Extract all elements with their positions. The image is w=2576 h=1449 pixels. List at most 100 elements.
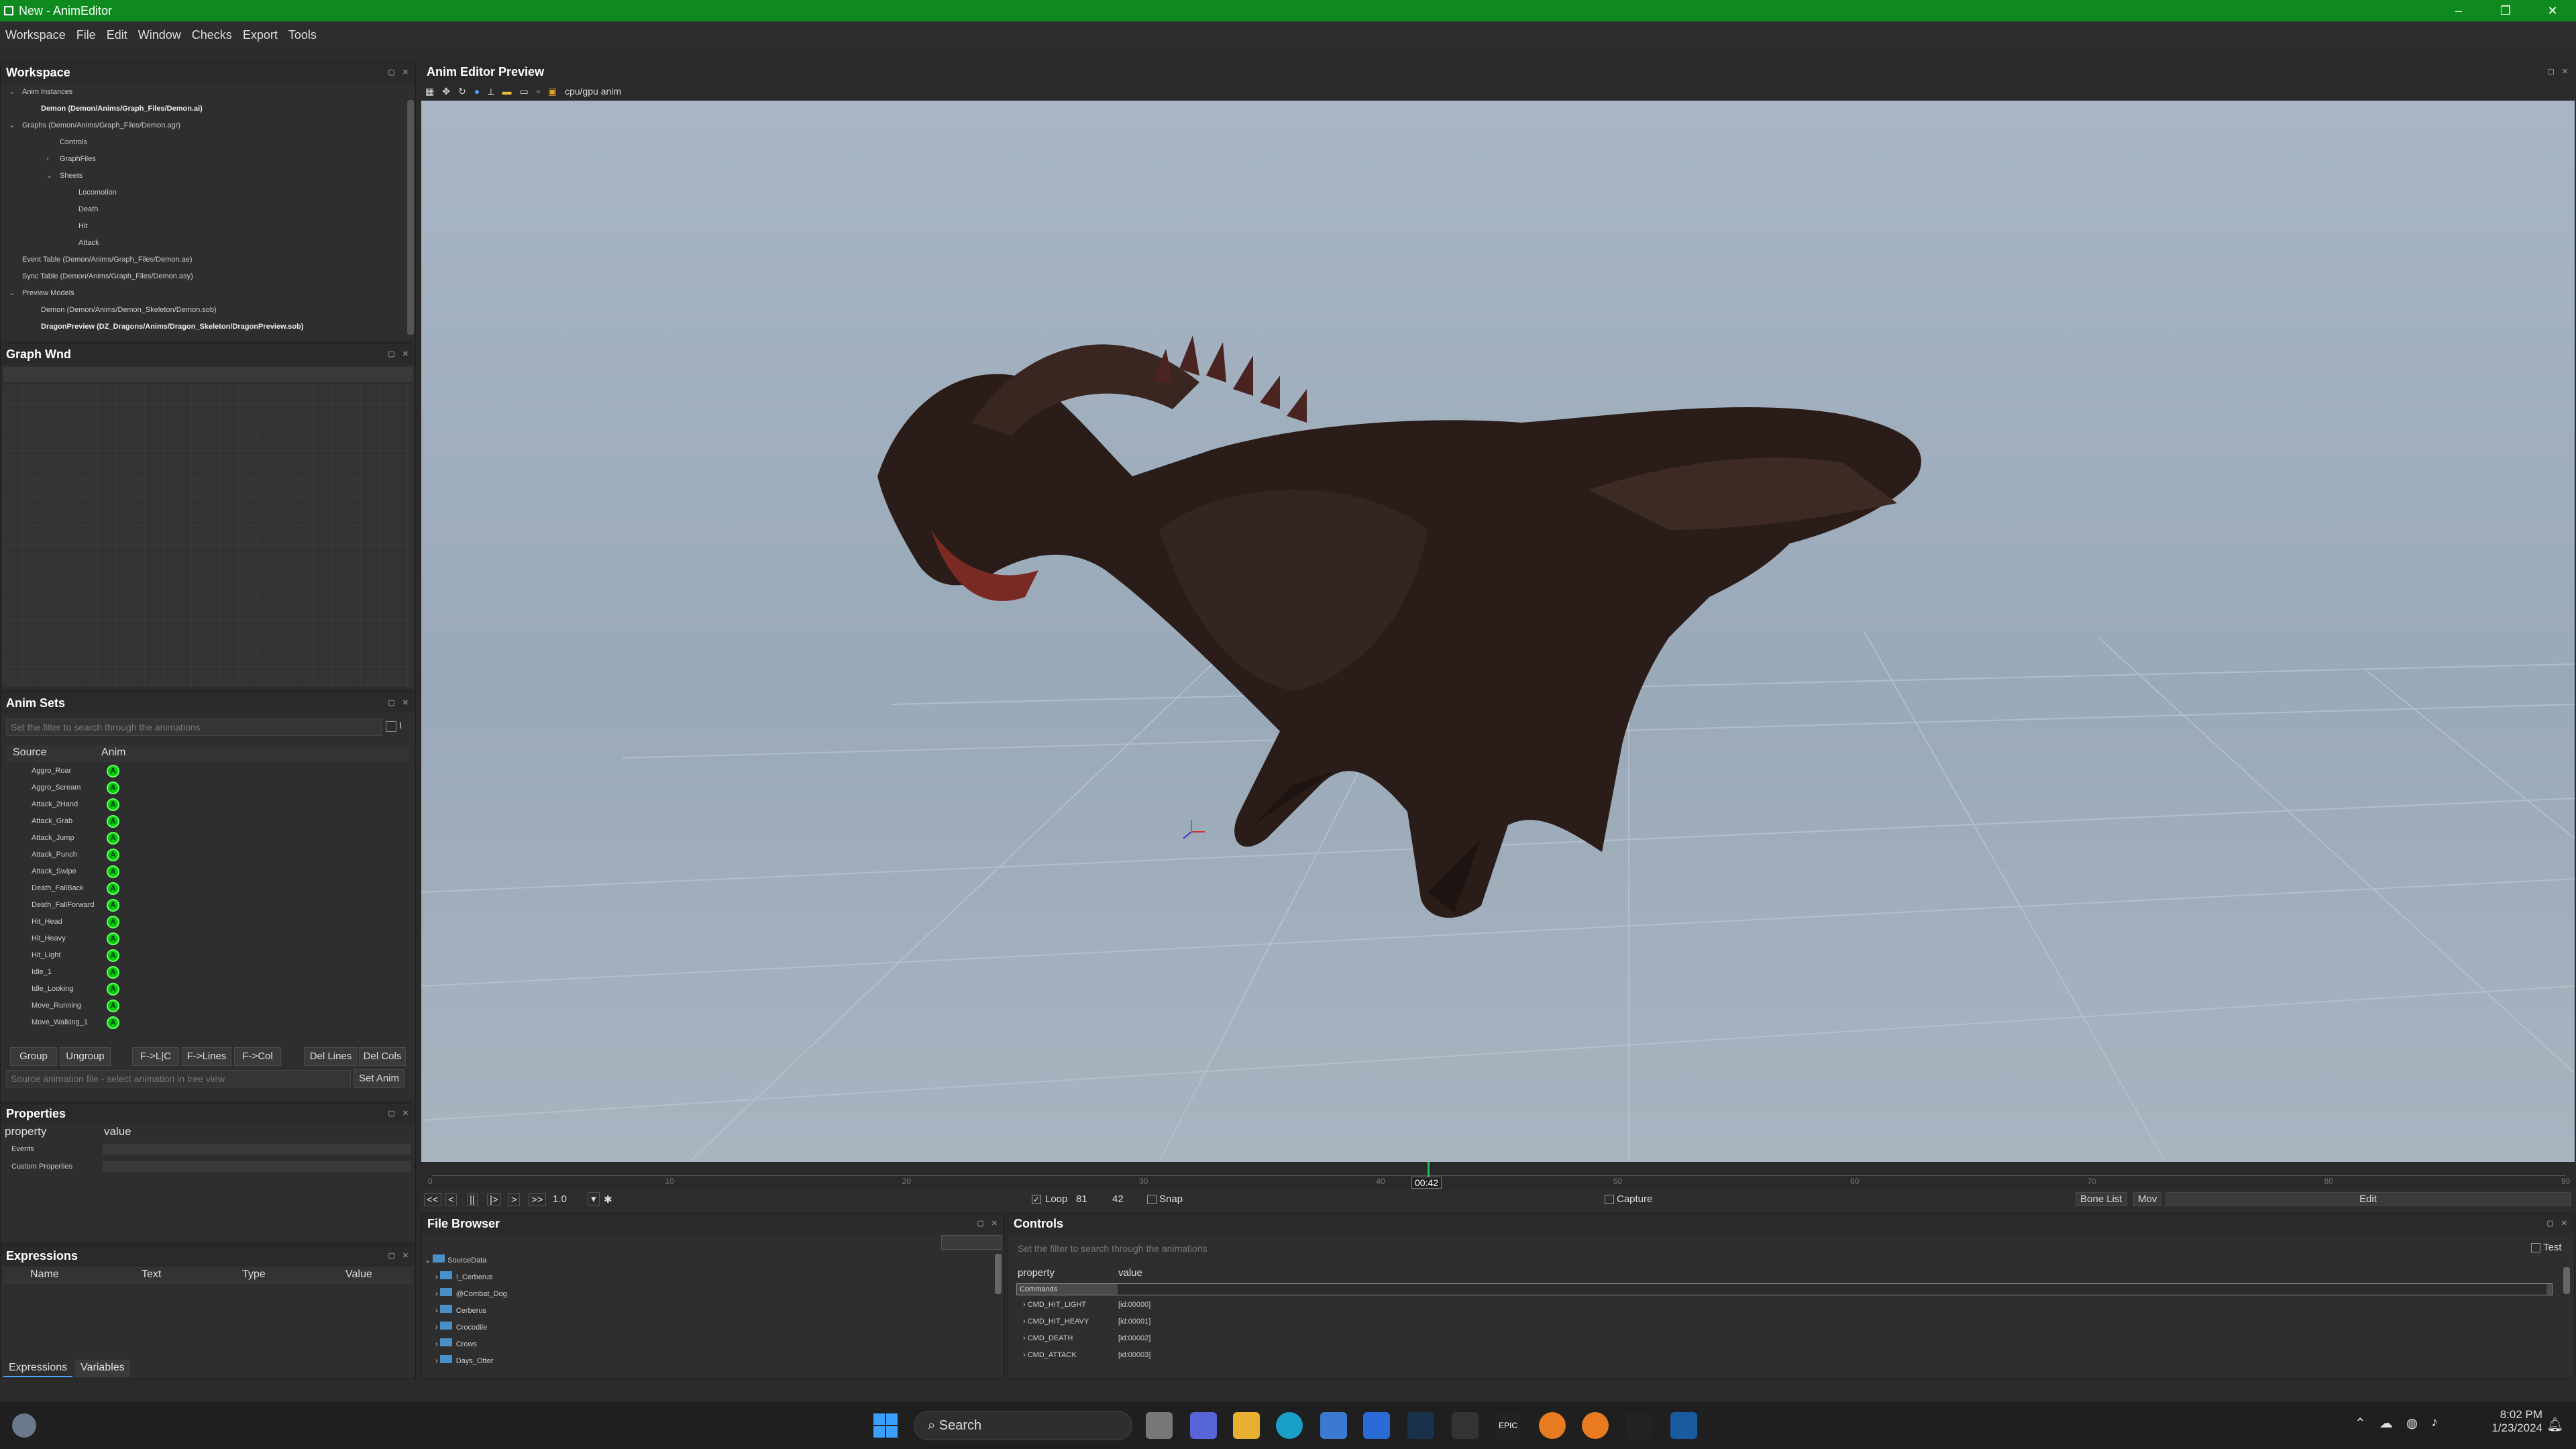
tab-expressions[interactable]: Expressions	[3, 1360, 73, 1377]
workspace-tree-item[interactable]: Attack	[1, 235, 415, 252]
anim-row[interactable]: Attack_Punch A	[6, 847, 409, 863]
file-tree-item[interactable]: › @Combat_Dog	[425, 1286, 981, 1303]
anim-assigned-icon[interactable]: A	[107, 832, 119, 845]
workspace-tree-item[interactable]: Event Table (Demon/Anims/Graph_Files/Dem…	[1, 252, 415, 268]
anim-row[interactable]: Idle_1 A	[6, 964, 409, 981]
anim-row[interactable]: Hit_Heavy A	[6, 930, 409, 947]
snap-checkbox[interactable]	[1147, 1195, 1157, 1204]
photos-icon[interactable]	[1320, 1412, 1347, 1439]
chevron-down-icon[interactable]: ⌄	[9, 84, 15, 101]
file-explorer-icon[interactable]	[1233, 1412, 1260, 1439]
control-value[interactable]: [id:00003]	[1118, 1347, 1150, 1364]
store-icon[interactable]	[1363, 1412, 1390, 1439]
col-anim[interactable]: Anim	[101, 747, 125, 759]
anim-assigned-icon[interactable]: A	[107, 765, 119, 777]
pause-button[interactable]: ||	[467, 1193, 478, 1206]
chevron-right-icon[interactable]: ›	[435, 1307, 440, 1315]
steam-icon[interactable]	[1407, 1412, 1434, 1439]
pin-icon[interactable]: ✱	[604, 1193, 612, 1205]
workspace-tree-item[interactable]: ⌄ Preview Models	[1, 285, 415, 302]
chevron-right-icon[interactable]: ›	[435, 1273, 440, 1281]
workspace-tree-item[interactable]: ⌄ Sheets	[1, 168, 415, 184]
panel-buttons-icon[interactable]: ▢ ✕	[388, 1246, 411, 1266]
chevron-right-icon[interactable]: ›	[435, 1340, 440, 1348]
chevron-down-icon[interactable]: ⌄	[46, 168, 52, 184]
palette-icon[interactable]: ▣	[548, 86, 557, 97]
col-source[interactable]: Source	[13, 747, 47, 759]
anim-row[interactable]: Attack_Swipe A	[6, 863, 409, 880]
capture-checkbox[interactable]	[1605, 1195, 1614, 1204]
onedrive-icon[interactable]: ☁	[2379, 1415, 2393, 1432]
chevron-up-icon[interactable]: ⌃	[2355, 1415, 2366, 1432]
speed-dropdown-icon[interactable]: ▾	[588, 1192, 600, 1205]
start-icon[interactable]	[873, 1413, 898, 1438]
anim-row[interactable]: Attack_Jump A	[6, 830, 409, 847]
anim-assigned-icon[interactable]: A	[107, 983, 119, 996]
edit-button[interactable]: Edit	[2165, 1192, 2571, 1206]
loop-checkbox[interactable]: ✓	[1032, 1195, 1041, 1204]
col-value-expr[interactable]: Value	[345, 1269, 372, 1281]
f-lines-button[interactable]: F->Lines	[182, 1047, 231, 1066]
anim-row[interactable]: Hit_Light A	[6, 947, 409, 964]
panel-buttons-icon[interactable]: ▢ ✕	[388, 693, 411, 713]
workspace-tree-item[interactable]: Locomotion	[1, 184, 415, 201]
anim-assigned-icon[interactable]: A	[107, 949, 119, 962]
file-tree[interactable]: ⌄ SourceData › !_Cerberus › @Combat_Dog › C…	[425, 1252, 981, 1370]
panel-buttons-icon[interactable]: ▢ ✕	[2547, 62, 2571, 82]
graph-canvas[interactable]	[3, 384, 413, 686]
workspace-tree-item[interactable]: Death	[1, 201, 415, 218]
system-tray[interactable]: ⌃ ☁ ◍ ♪	[2355, 1415, 2438, 1432]
play-button[interactable]: |>	[487, 1193, 501, 1206]
workspace-tree-item[interactable]: Demon (Demon/Anims/Graph_Files/Demon.ai)	[1, 101, 415, 117]
loop-value[interactable]: 81	[1076, 1193, 1087, 1205]
rotate-icon[interactable]: ↻	[458, 86, 466, 97]
maximize-button[interactable]: ❐	[2482, 0, 2529, 21]
anim-assigned-icon[interactable]: A	[107, 815, 119, 828]
anim-row[interactable]: Hit_Head A	[6, 914, 409, 930]
menu-export[interactable]: Export	[237, 28, 283, 42]
menu-window[interactable]: Window	[133, 28, 186, 42]
commands-group-row[interactable]: Commands	[1016, 1283, 2553, 1295]
menu-workspace[interactable]: Workspace	[0, 28, 71, 42]
anim-row[interactable]: Attack_2Hand A	[6, 796, 409, 813]
menu-file[interactable]: File	[71, 28, 101, 42]
timeline[interactable]: 0 10 20 30 40 50 60 70 80 90 00:42	[421, 1162, 2575, 1189]
chevron-right-icon[interactable]: ›	[435, 1357, 440, 1365]
menu-checks[interactable]: Checks	[186, 28, 237, 42]
minimize-button[interactable]: –	[2435, 0, 2482, 21]
workspace-tree-item[interactable]: Hit	[1, 218, 415, 235]
grid-icon[interactable]: ▦	[425, 86, 434, 97]
col-text[interactable]: Text	[142, 1269, 161, 1281]
move-icon[interactable]: ✥	[442, 86, 450, 97]
panel-buttons-icon[interactable]: ▢ ✕	[2546, 1214, 2570, 1234]
test-checkbox[interactable]	[2531, 1243, 2540, 1252]
anim-assigned-icon[interactable]: A	[107, 966, 119, 979]
chat-icon[interactable]	[1190, 1412, 1217, 1439]
controls-scrollbar[interactable]	[2563, 1267, 2570, 1294]
workspace-tree[interactable]: ⌄ Anim Instances Demon (Demon/Anims/Graph_…	[1, 83, 415, 335]
workspace-tree-item[interactable]: ⌄ Anim Instances	[1, 84, 415, 101]
anim-assigned-icon[interactable]: A	[107, 1000, 119, 1012]
file-tree-item[interactable]: › Crows	[425, 1336, 981, 1353]
ungroup-button[interactable]: Ungroup	[60, 1047, 111, 1066]
file-tree-item[interactable]: › Days_Otter	[425, 1353, 981, 1370]
workspace-scrollbar[interactable]	[407, 100, 414, 335]
edge-icon[interactable]	[1276, 1412, 1303, 1439]
set-anim-button[interactable]: Set Anim	[354, 1069, 405, 1088]
controls-row[interactable]: › CMD_HIT_LIGHT [id:00000]	[1016, 1297, 2553, 1313]
chevron-right-icon[interactable]: ›	[1023, 1318, 1028, 1326]
group-button[interactable]: Group	[10, 1047, 57, 1066]
frame-value[interactable]: 42	[1112, 1193, 1124, 1205]
anim-row[interactable]: Attack_Grab A	[6, 813, 409, 830]
chevron-right-icon[interactable]: ›	[46, 151, 49, 168]
first-frame-button[interactable]: <<	[424, 1193, 441, 1206]
bone-icon[interactable]: ⟂	[488, 86, 494, 97]
tab-variables[interactable]: Variables	[75, 1360, 130, 1377]
anim-row[interactable]: Aggro_Roar A	[6, 763, 409, 780]
taskbar-search[interactable]: ⌕ Search	[914, 1411, 1132, 1440]
del-lines-button[interactable]: Del Lines	[304, 1047, 358, 1066]
controls-row[interactable]: › CMD_ATTACK [id:00003]	[1016, 1347, 2553, 1364]
control-value[interactable]: [id:00002]	[1118, 1330, 1150, 1347]
f-col-button[interactable]: F->Col	[234, 1047, 281, 1066]
prop-row-events[interactable]: Events	[3, 1141, 411, 1157]
